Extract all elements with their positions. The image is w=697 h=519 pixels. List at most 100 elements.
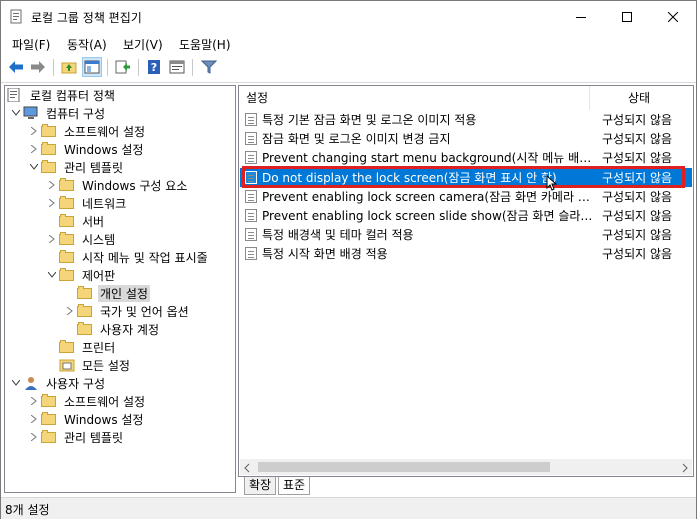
chevron-right-icon[interactable] (27, 392, 41, 410)
tree-node-server[interactable]: 서버 (45, 212, 106, 230)
back-button[interactable] (6, 57, 26, 77)
list-row[interactable]: Prevent changing start menu background(시… (240, 148, 692, 167)
help-button[interactable]: ? (144, 57, 164, 77)
forward-button[interactable] (28, 57, 48, 77)
help-icon: ? (148, 60, 160, 74)
list-row[interactable]: 특정 배경색 및 테마 컬러 적용 구성되지 않음 (240, 225, 692, 244)
menu-view[interactable]: 보기(V) (123, 36, 163, 53)
menu-help[interactable]: 도움말(H) (179, 36, 231, 53)
folder-open-icon (59, 268, 75, 282)
menu-action[interactable]: 동작(A) (67, 36, 107, 53)
svg-text:?: ? (151, 61, 157, 74)
policy-editor-icon (10, 9, 23, 24)
mouse-cursor-icon (546, 174, 558, 194)
folder-open-icon (41, 160, 57, 174)
tree-node-start-menu-taskbar[interactable]: 시작 메뉴 및 작업 표시줄 (45, 248, 210, 266)
tree-node-system[interactable]: 시스템 (45, 230, 117, 248)
tree-node-user-windows-settings[interactable]: Windows 설정 (27, 410, 145, 428)
toolbar-separator (107, 59, 108, 76)
policy-setting-icon (245, 228, 257, 241)
computer-policy-icon (7, 87, 23, 103)
policy-setting-icon (245, 113, 257, 126)
toolbar: ? (1, 54, 696, 83)
tree-node-printers[interactable]: 프린터 (45, 338, 117, 356)
title-bar: 로컬 그룹 정책 편집기 (1, 1, 696, 32)
forward-arrow-icon (31, 61, 45, 73)
chevron-right-icon[interactable] (45, 230, 59, 248)
computer-icon (23, 106, 39, 120)
chevron-down-icon[interactable] (45, 266, 59, 284)
tree-node-admin-templates[interactable]: 관리 템플릿 (27, 158, 125, 176)
chevron-down-icon[interactable] (9, 374, 23, 392)
console-tree-icon (84, 60, 100, 74)
properties-button[interactable] (167, 57, 187, 77)
folder-icon (41, 412, 57, 426)
tab-standard[interactable]: 표준 (278, 477, 311, 495)
chevron-right-icon[interactable] (27, 410, 41, 428)
menu-file[interactable]: 파일(F) (12, 36, 50, 53)
console-tree[interactable]: 로컬 컴퓨터 정책 컴퓨터 구성 소프트웨어 설정 Windows 설정 관리 … (4, 85, 236, 493)
chevron-right-icon[interactable] (27, 122, 41, 140)
show-hide-tree-button[interactable] (82, 57, 102, 77)
tree-node-windows-settings[interactable]: Windows 설정 (27, 140, 145, 158)
folder-icon (59, 178, 75, 192)
horizontal-scrollbar[interactable] (240, 459, 692, 475)
tree-node-software-settings[interactable]: 소프트웨어 설정 (27, 122, 147, 140)
folder-icon (41, 124, 57, 138)
list-row[interactable]: 특정 시작 화면 배경 적용 구성되지 않음 (240, 244, 692, 263)
tree-node-user-software-settings[interactable]: 소프트웨어 설정 (27, 392, 147, 410)
policy-setting-icon (245, 209, 257, 222)
folder-icon (41, 394, 57, 408)
tree-node-user-config[interactable]: 사용자 구성 (9, 374, 107, 392)
policy-setting-icon (245, 190, 257, 203)
folder-icon (77, 304, 93, 318)
tree-node-user-accounts[interactable]: 사용자 계정 (63, 320, 161, 338)
chevron-right-icon[interactable] (45, 194, 59, 212)
menu-bar: 파일(F) 동작(A) 보기(V) 도움말(H) (1, 32, 696, 54)
scrollbar-thumb[interactable] (258, 462, 550, 472)
chevron-right-icon[interactable] (63, 302, 77, 320)
scroll-left-icon[interactable] (244, 462, 250, 476)
user-icon (23, 376, 39, 390)
list-row[interactable]: Prevent enabling lock screen camera(잠금 화… (240, 187, 692, 206)
folder-icon (41, 430, 57, 444)
highlight-box (242, 166, 685, 188)
list-row[interactable]: 잠금 화면 및 로그온 이미지 변경 금지 구성되지 않음 (240, 129, 692, 148)
chevron-down-icon[interactable] (27, 158, 41, 176)
tab-extended[interactable]: 확장 (244, 477, 277, 495)
tree-node-local-computer-policy[interactable]: 로컬 컴퓨터 정책 (7, 86, 117, 104)
window-title: 로컬 그룹 정책 편집기 (31, 11, 142, 25)
chevron-down-icon[interactable] (9, 104, 23, 122)
close-button[interactable] (650, 1, 696, 32)
up-one-level-button[interactable] (59, 57, 79, 77)
policy-setting-icon (245, 132, 257, 145)
back-arrow-icon (9, 61, 23, 73)
filter-button[interactable] (199, 57, 219, 77)
scroll-right-icon[interactable] (682, 462, 688, 476)
chevron-right-icon[interactable] (27, 428, 41, 446)
column-divider[interactable] (589, 86, 590, 110)
tree-node-user-admin-templates[interactable]: 관리 템플릿 (27, 428, 125, 446)
toolbar-separator (53, 59, 54, 76)
list-row[interactable]: Prevent enabling lock screen slide show(… (240, 206, 692, 225)
chevron-right-icon[interactable] (45, 176, 59, 194)
toolbar-separator (138, 59, 139, 76)
tree-node-network[interactable]: 네트워크 (45, 194, 128, 212)
toolbar-separator (192, 59, 193, 76)
tree-node-regional-language[interactable]: 국가 및 언어 옵션 (63, 302, 191, 320)
column-header-setting[interactable]: 설정 (246, 86, 268, 110)
tree-node-windows-components[interactable]: Windows 구성 요소 (45, 176, 189, 194)
column-header-state[interactable]: 상태 (628, 86, 650, 110)
tree-node-all-settings[interactable]: 모든 설정 (45, 356, 132, 374)
tree-node-computer-config[interactable]: 컴퓨터 구성 (9, 104, 107, 122)
list-row[interactable]: 특정 기본 잠금 화면 및 로그온 이미지 적용 구성되지 않음 (240, 110, 692, 129)
folder-icon (59, 196, 75, 210)
maximize-button[interactable] (604, 1, 650, 32)
settings-list[interactable]: 설정 상태 특정 기본 잠금 화면 및 로그온 이미지 적용 구성되지 않음 잠… (238, 85, 694, 477)
minimize-button[interactable] (558, 1, 604, 32)
export-list-button[interactable] (113, 57, 133, 77)
tree-node-control-panel[interactable]: 제어판 (45, 266, 117, 284)
folder-icon (59, 250, 75, 264)
chevron-right-icon[interactable] (27, 140, 41, 158)
tree-node-personalization[interactable]: 개인 설정 (63, 284, 150, 302)
